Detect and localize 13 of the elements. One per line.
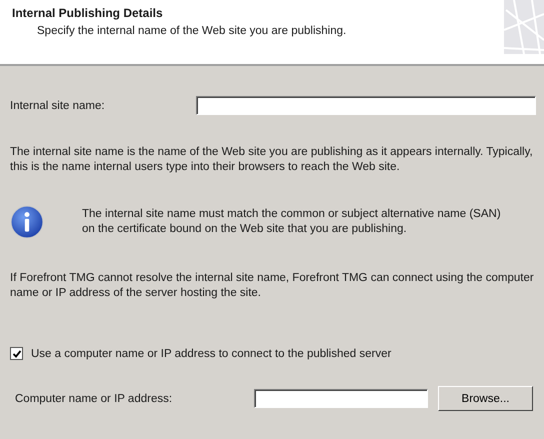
browse-button[interactable]: Browse... — [438, 386, 533, 411]
field-label: Computer name or IP address: — [15, 392, 174, 404]
description-text: The internal site name is the name of the Web site you are publishing as it appears internally. Typically, this is the name internal users type into their browsers to reach the Web site. — [10, 145, 534, 175]
info-icon — [10, 205, 44, 239]
field-label: Internal site name: — [10, 100, 106, 112]
page-subtitle: Specify the internal name of the Web site you are publishing. — [37, 25, 346, 37]
fallback-text: If Forefront TMG cannot resolve the internal site name, Forefront TMG can connect using the computer name or IP address of the server hosting the site. — [10, 271, 535, 301]
checkbox-label: Use a computer name or IP address to connect to the published server — [31, 348, 392, 360]
info-text: The internal site name must match the common or subject alternative name (SAN) on the certificate bound on the Web site that you are publishing. — [82, 207, 502, 237]
checkbox[interactable] — [10, 347, 23, 360]
input-field[interactable] — [196, 96, 536, 115]
page-title: Internal Publishing Details — [12, 6, 164, 20]
input-field[interactable] — [254, 389, 428, 408]
